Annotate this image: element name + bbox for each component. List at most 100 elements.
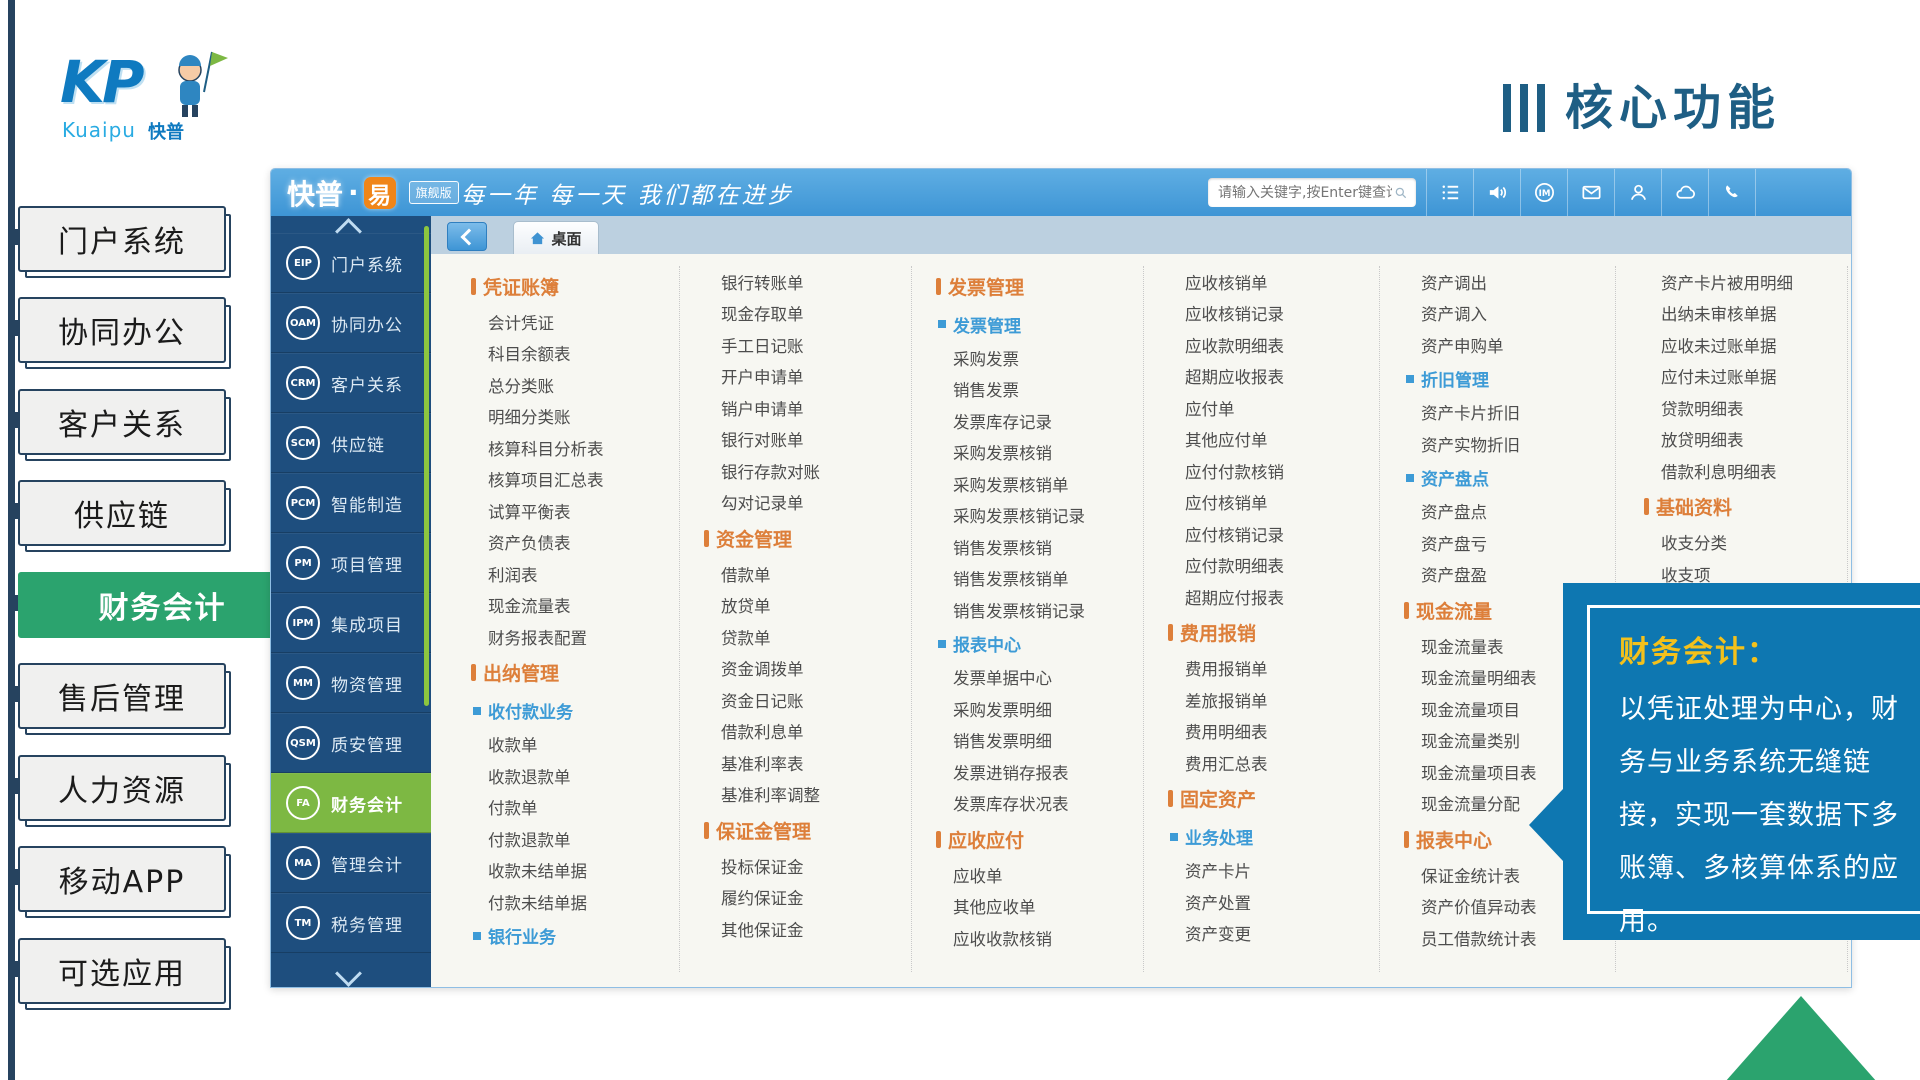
menu-item[interactable]: 销售发票核销单	[936, 563, 1144, 595]
search-icon[interactable]	[1394, 184, 1408, 202]
menu-item[interactable]: 应收款明细表	[1168, 329, 1376, 361]
menu-item[interactable]: 开户申请单	[704, 361, 912, 393]
menu-item[interactable]: 核算项目汇总表	[471, 464, 679, 496]
menu-item[interactable]: 银行转账单	[704, 266, 912, 298]
menu-item[interactable]: 收款退款单	[471, 760, 679, 792]
topbar-icon-mail[interactable]	[1567, 169, 1614, 216]
menu-item[interactable]: 发票单据中心	[936, 662, 1144, 694]
left-nav-button[interactable]: 供应链	[18, 480, 226, 546]
menu-item[interactable]: 付款单	[471, 792, 679, 824]
topbar-icon-menu-list[interactable]	[1426, 169, 1473, 216]
menu-item[interactable]: 发票进销存报表	[936, 756, 1144, 788]
menu-item[interactable]: 资产申购单	[1404, 329, 1612, 361]
menu-item[interactable]: 应收单	[936, 859, 1144, 891]
module-item-oam[interactable]: OAM协同办公	[271, 293, 431, 353]
menu-item[interactable]: 资产调入	[1404, 298, 1612, 330]
menu-item[interactable]: 应付未过账单据	[1644, 361, 1852, 393]
menu-item[interactable]: 采购发票核销记录	[936, 500, 1144, 532]
module-item-qsm[interactable]: QSM质安管理	[271, 713, 431, 773]
module-item-ma[interactable]: MA管理会计	[271, 833, 431, 893]
menu-item[interactable]: 核算科目分析表	[471, 432, 679, 464]
menu-item[interactable]: 采购发票核销	[936, 437, 1144, 469]
menu-item[interactable]: 应收未过账单据	[1644, 329, 1852, 361]
menu-item[interactable]: 总分类账	[471, 369, 679, 401]
menu-item[interactable]: 应收核销单	[1168, 266, 1376, 298]
menu-item[interactable]: 超期应付报表	[1168, 581, 1376, 613]
menu-item[interactable]: 资产卡片被用明细	[1644, 266, 1852, 298]
menu-item[interactable]: 资产盘亏	[1404, 527, 1612, 559]
topbar-icon-phone[interactable]	[1708, 169, 1756, 216]
menu-item[interactable]: 应付单	[1168, 392, 1376, 424]
left-nav-button[interactable]: 客户关系	[18, 389, 226, 455]
menu-item[interactable]: 资产变更	[1168, 918, 1376, 950]
menu-item[interactable]: 基准利率表	[704, 747, 912, 779]
menu-item[interactable]: 资产盘点	[1404, 496, 1612, 528]
left-nav-button[interactable]: 财务会计	[18, 572, 307, 638]
module-item-pm[interactable]: PM项目管理	[271, 533, 431, 593]
module-item-mm[interactable]: MM物资管理	[271, 653, 431, 713]
menu-item[interactable]: 发票库存记录	[936, 405, 1144, 437]
menu-item[interactable]: 费用汇总表	[1168, 747, 1376, 779]
menu-item[interactable]: 超期应收报表	[1168, 361, 1376, 393]
menu-item[interactable]: 借款利息单	[704, 716, 912, 748]
menu-item[interactable]: 利润表	[471, 558, 679, 590]
menu-item[interactable]: 应付核销单	[1168, 487, 1376, 519]
menu-item[interactable]: 付款未结单据	[471, 886, 679, 918]
menu-item[interactable]: 贷款明细表	[1644, 392, 1852, 424]
menu-item[interactable]: 销售发票核销记录	[936, 594, 1144, 626]
topbar-icon-cloud[interactable]	[1661, 169, 1708, 216]
menu-item[interactable]: 采购发票	[936, 342, 1144, 374]
menu-item[interactable]: 收款未结单据	[471, 855, 679, 887]
module-item-ipm[interactable]: IPM集成项目	[271, 593, 431, 653]
menu-item[interactable]: 资产处置	[1168, 886, 1376, 918]
menu-item[interactable]: 勾对记录单	[704, 487, 912, 519]
menu-item[interactable]: 会计凭证	[471, 306, 679, 338]
menu-item[interactable]: 投标保证金	[704, 850, 912, 882]
menu-item[interactable]: 资产实物折旧	[1404, 428, 1612, 460]
menu-item[interactable]: 应付付款核销	[1168, 455, 1376, 487]
menu-subsection-header[interactable]: 收付款业务	[471, 693, 679, 729]
menu-item[interactable]: 资产卡片	[1168, 855, 1376, 887]
left-nav-button[interactable]: 人力资源	[18, 755, 226, 821]
menu-item[interactable]: 银行存款对账	[704, 455, 912, 487]
menu-item[interactable]: 采购发票核销单	[936, 468, 1144, 500]
left-nav-button[interactable]: 售后管理	[18, 663, 226, 729]
menu-item[interactable]: 应收核销记录	[1168, 298, 1376, 330]
menu-item[interactable]: 应付核销记录	[1168, 518, 1376, 550]
back-button[interactable]	[447, 222, 487, 251]
module-item-eip[interactable]: EIP门户系统	[271, 233, 431, 293]
menu-item[interactable]: 财务报表配置	[471, 621, 679, 653]
menu-item[interactable]: 放贷明细表	[1644, 424, 1852, 456]
menu-item[interactable]: 明细分类账	[471, 401, 679, 433]
menu-item[interactable]: 基准利率调整	[704, 779, 912, 811]
menu-subsection-header[interactable]: 资产盘点	[1404, 460, 1612, 496]
menu-item[interactable]: 差旅报销单	[1168, 684, 1376, 716]
menu-item[interactable]: 出纳未审核单据	[1644, 298, 1852, 330]
tab-desktop[interactable]: 桌面	[513, 221, 599, 254]
menu-item[interactable]: 销户申请单	[704, 392, 912, 424]
module-item-crm[interactable]: CRM客户关系	[271, 353, 431, 413]
menu-subsection-header[interactable]: 报表中心	[936, 626, 1144, 662]
menu-item[interactable]: 付款退款单	[471, 823, 679, 855]
menu-item[interactable]: 资产调出	[1404, 266, 1612, 298]
menu-item[interactable]: 销售发票	[936, 374, 1144, 406]
menu-item[interactable]: 借款利息明细表	[1644, 455, 1852, 487]
menu-item[interactable]: 资产负债表	[471, 527, 679, 559]
topbar-icon-user[interactable]	[1614, 169, 1661, 216]
left-nav-button[interactable]: 移动APP	[18, 846, 226, 912]
search-input[interactable]	[1216, 184, 1394, 202]
menu-subsection-header[interactable]: 业务处理	[1168, 819, 1376, 855]
menu-item[interactable]: 资产卡片折旧	[1404, 397, 1612, 429]
menu-item[interactable]: 银行对账单	[704, 424, 912, 456]
menu-item[interactable]: 费用明细表	[1168, 716, 1376, 748]
menu-item[interactable]: 现金流量表	[471, 590, 679, 622]
menu-item[interactable]: 应收收款核销	[936, 922, 1144, 954]
left-nav-button[interactable]: 门户系统	[18, 206, 226, 272]
menu-item[interactable]: 现金存取单	[704, 298, 912, 330]
menu-item[interactable]: 放贷单	[704, 590, 912, 622]
module-item-pcm[interactable]: PCM智能制造	[271, 473, 431, 533]
menu-item[interactable]: 借款单	[704, 558, 912, 590]
menu-item[interactable]: 销售发票核销	[936, 531, 1144, 563]
menu-subsection-header[interactable]: 发票管理	[936, 306, 1144, 342]
menu-item[interactable]: 履约保证金	[704, 882, 912, 914]
